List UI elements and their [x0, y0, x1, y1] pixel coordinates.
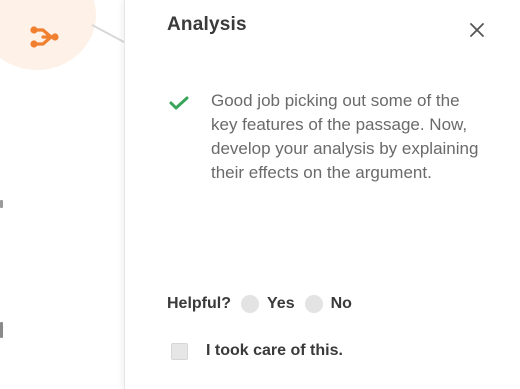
editor-margin-mark [0, 200, 3, 208]
helpful-label: Helpful? [167, 295, 231, 312]
no-label[interactable]: No [331, 295, 352, 313]
close-icon [470, 23, 484, 37]
feedback-message: Good job picking out some of the key fea… [211, 91, 479, 182]
took-care-option: I took care of this. [171, 342, 343, 360]
analysis-feedback-panel: Analysis Good job picking out some of th… [0, 0, 520, 389]
close-button[interactable] [465, 18, 489, 42]
yes-radio[interactable] [241, 295, 259, 313]
no-radio[interactable] [304, 295, 323, 313]
card-title: Analysis [167, 14, 247, 35]
took-care-label[interactable]: I took care of this. [206, 342, 343, 360]
check-icon [169, 96, 189, 115]
yes-label[interactable]: Yes [267, 295, 295, 313]
took-care-checkbox[interactable] [171, 342, 188, 360]
editor-margin-mark [0, 322, 3, 338]
share-nodes-icon [15, 24, 59, 50]
analysis-card: Analysis Good job picking out some of th… [124, 0, 520, 389]
helpful-rating: Helpful? Yes No [167, 295, 362, 313]
